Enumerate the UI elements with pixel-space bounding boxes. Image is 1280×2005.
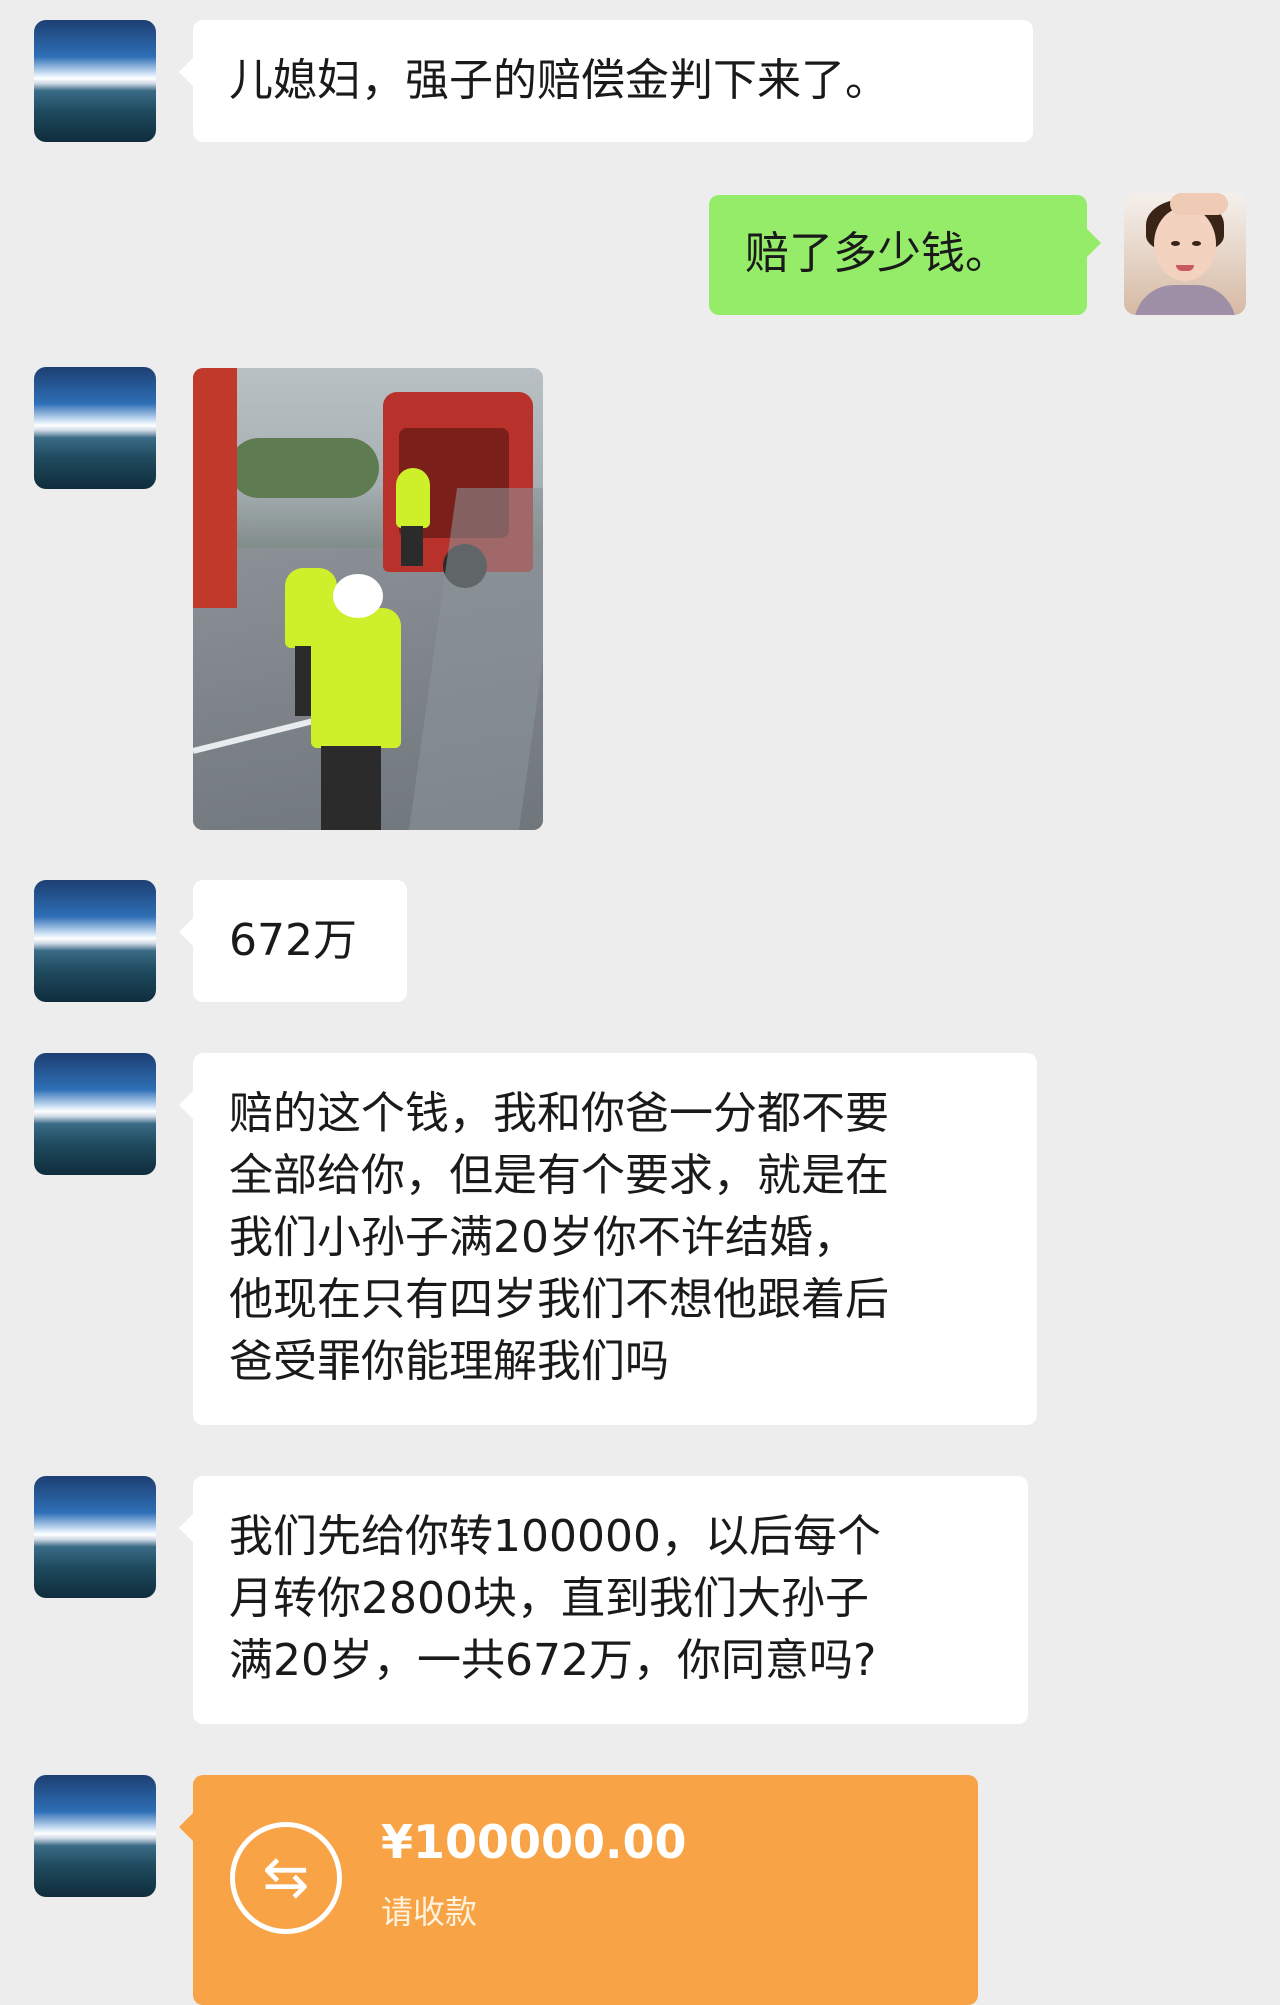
- avatar-eye: [1171, 241, 1180, 246]
- message-bubble[interactable]: 赔的这个钱，我和你爸一分都不要 全部给你，但是有个要求，就是在 我们小孙子满20…: [179, 1053, 1037, 1425]
- contact-avatar[interactable]: [34, 1053, 156, 1175]
- contact-avatar[interactable]: [34, 1476, 156, 1598]
- transfer-card[interactable]: ⇆ ¥100000.00 请收款: [179, 1775, 978, 2005]
- message-text: 全部给你，但是有个要求，就是在: [229, 1150, 889, 1201]
- message-bubble[interactable]: 我们先给你转100000，以后每个 月转你2800块，直到我们大孙子 满20岁，…: [179, 1476, 1028, 1724]
- photo-red-crane: [193, 368, 237, 608]
- message-text: 月转你2800块，直到我们大孙子: [229, 1573, 869, 1624]
- user-avatar[interactable]: [1124, 193, 1246, 315]
- message-text: 爸受罪你能理解我们吗: [229, 1336, 669, 1387]
- contact-avatar[interactable]: [34, 367, 156, 489]
- transfer-status: 请收款: [381, 1893, 478, 1931]
- message-text: 儿媳妇，强子的赔偿金判下来了。: [229, 55, 889, 106]
- message-text: 满20岁，一共672万，你同意吗?: [229, 1635, 877, 1686]
- message-bubble-self[interactable]: 赔了多少钱。: [709, 195, 1101, 315]
- message-text: 672万: [229, 915, 357, 966]
- avatar-hand: [1170, 193, 1228, 215]
- contact-avatar[interactable]: [34, 1775, 156, 1897]
- message-text: 赔的这个钱，我和你爸一分都不要: [229, 1088, 889, 1139]
- contact-avatar[interactable]: [34, 880, 156, 1002]
- photo-officer-cap: [333, 574, 383, 618]
- photo-officer-legs: [401, 526, 423, 566]
- transfer-arrows-icon: ⇆: [230, 1822, 342, 1934]
- photo-officer: [396, 468, 430, 528]
- message-text: 我们小孙子满20岁你不许结婚，: [229, 1212, 857, 1263]
- avatar-shirt: [1134, 285, 1236, 315]
- photo-officer-legs: [321, 746, 381, 830]
- avatar-eye: [1192, 241, 1201, 246]
- message-bubble[interactable]: 672万: [179, 880, 407, 1002]
- photo-officer: [311, 608, 401, 748]
- transfer-amount: ¥100000.00: [381, 1815, 687, 1869]
- message-bubble[interactable]: 儿媳妇，强子的赔偿金判下来了。: [179, 20, 1033, 142]
- photo-trees: [229, 438, 379, 498]
- message-text: 赔了多少钱。: [745, 228, 1009, 279]
- contact-avatar[interactable]: [34, 20, 156, 142]
- message-text: 我们先给你转100000，以后每个: [229, 1511, 881, 1562]
- accident-photo[interactable]: [193, 368, 543, 830]
- message-text: 他现在只有四岁我们不想他跟着后: [229, 1274, 889, 1325]
